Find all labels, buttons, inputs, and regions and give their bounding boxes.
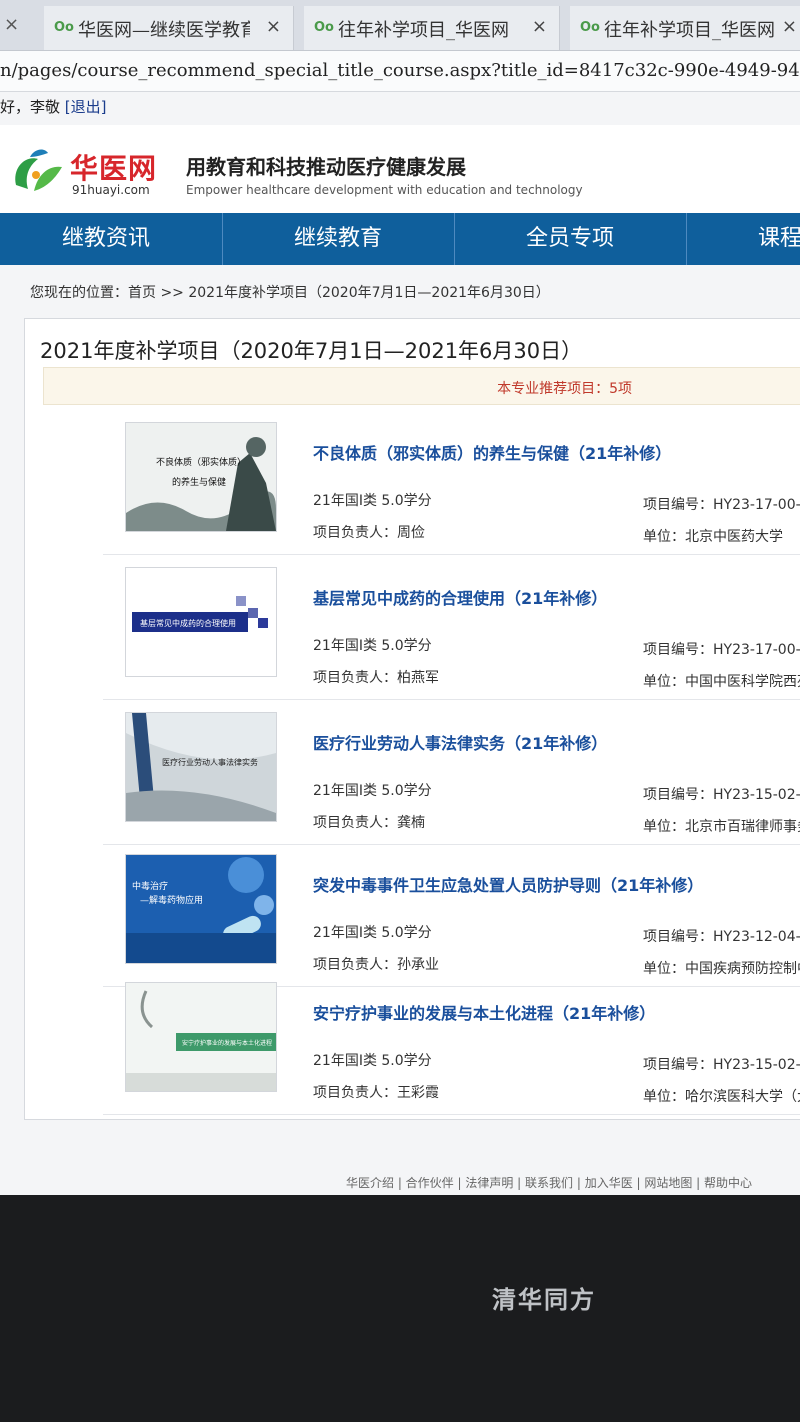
favicon-icon: Oo (54, 20, 74, 35)
logo-name[interactable]: 华医网 (70, 147, 157, 187)
monitor-brand-logo: 清华同方 (492, 1286, 596, 1314)
leaf-logo-icon[interactable] (8, 145, 64, 199)
course-item[interactable]: 基层常见中成药的合理使用 基层常见中成药的合理使用（21年补修） 21年国I类 … (103, 559, 800, 700)
course-leader: 项目负责人：王彩霞 (313, 1085, 439, 1101)
thumb-text: 的养生与保健 (172, 476, 226, 488)
browser-tab-active[interactable]: Oo 往年补学项目_华医网 × (570, 6, 800, 50)
thumb-text: 基层常见中成药的合理使用 (140, 618, 236, 628)
nav-item-news[interactable]: 继教资讯 (0, 213, 223, 265)
course-title-link[interactable]: 医疗行业劳动人事法律实务（21年补修） (313, 730, 607, 754)
logout-link[interactable]: [退出] (65, 98, 107, 116)
course-leader: 项目负责人：柏燕军 (313, 670, 439, 686)
course-item[interactable]: 不良体质（邪实体质） 的养生与保健 不良体质（邪实体质）的养生与保健（21年补修… (103, 414, 800, 555)
site-header: 华医网 91huayi.com 用教育和科技推动医疗健康发展 Empower h… (0, 125, 800, 213)
course-unit: 单位：哈尔滨医科大学（大庆校 (643, 1089, 800, 1105)
course-unit: 单位：北京市百瑞律师事务所 (643, 819, 800, 835)
course-list-panel: 2021年度补学项目（2020年7月1日—2021年6月30日） 本专业推荐项目… (24, 318, 800, 1120)
browser-tab-bar: × Oo 华医网—继续医学教育 × Oo 往年补学项目_华医网 × Oo 往年补… (0, 0, 800, 51)
thumb-text: 不良体质（邪实体质） (156, 456, 246, 468)
tab-close-icon[interactable]: × (532, 16, 547, 37)
course-item[interactable]: 中毒治疗 —解毒药物应用 突发中毒事件卫生应急处置人员防护导则（21年补修） 2… (103, 846, 800, 987)
breadcrumb: 您现在的位置：首页 >> 2021年度补学项目（2020年7月1日—2021年6… (30, 285, 550, 301)
thumb-text: 医疗行业劳动人事法律实务 (162, 757, 258, 767)
user-greeting: 好，李敬 [退出] (0, 98, 107, 116)
recommend-bar: 本专业推荐项目：5项 (43, 367, 800, 405)
course-leader: 项目负责人：周俭 (313, 525, 425, 541)
tab-title: 往年补学项目_华医网 (338, 20, 509, 41)
course-title-link[interactable]: 基层常见中成药的合理使用（21年补修） (313, 585, 607, 609)
browser-tab[interactable]: Oo 华医网—继续医学教育 × (44, 6, 294, 50)
course-thumbnail[interactable]: 安宁疗护事业的发展与本土化进程 (125, 982, 277, 1092)
course-thumbnail[interactable]: 中毒治疗 —解毒药物应用 (125, 854, 277, 964)
logo-domain: 91huayi.com (72, 183, 150, 197)
nav-item-continuing-education[interactable]: 继续教育 (222, 213, 455, 265)
main-nav: 继教资讯 继续教育 全员专项 课程 (0, 213, 800, 265)
footer-links[interactable]: 华医介绍 | 合作伙伴 | 法律声明 | 联系我们 | 加入华医 | 网站地图 … (346, 1174, 752, 1191)
thumb-text: —解毒药物应用 (140, 894, 203, 906)
course-credit: 21年国I类 5.0学分 (313, 783, 432, 799)
thumb-text: 安宁疗护事业的发展与本土化进程 (182, 1039, 272, 1047)
course-thumbnail[interactable]: 基层常见中成药的合理使用 (125, 567, 277, 677)
course-code: 项目编号：HY23-17-00- (643, 497, 800, 513)
course-leader: 项目负责人：孙承业 (313, 957, 439, 973)
recommend-count: 本专业推荐项目：5项 (497, 381, 632, 397)
url-text[interactable]: n/pages/course_recommend_special_title_c… (0, 60, 800, 81)
course-leader: 项目负责人：龚楠 (313, 815, 425, 831)
monitor-screen: × Oo 华医网—继续医学教育 × Oo 往年补学项目_华医网 × Oo 往年补… (0, 0, 800, 1195)
nav-item-all-staff[interactable]: 全员专项 (454, 213, 687, 265)
thumb-text: 中毒治疗 (132, 880, 168, 892)
course-title-link[interactable]: 突发中毒事件卫生应急处置人员防护导则（21年补修） (313, 872, 703, 896)
tab-close-icon[interactable]: × (4, 14, 19, 35)
course-code: 项目编号：HY23-15-02-5022 (643, 1057, 800, 1073)
course-unit: 单位：中国中医科学院西苑 (643, 674, 800, 690)
course-title-link[interactable]: 安宁疗护事业的发展与本土化进程（21年补修） (313, 1000, 655, 1024)
course-code: 项目编号：HY23-17-00-5 (643, 642, 800, 658)
course-code: 项目编号：HY23-12-04-2284 (643, 929, 800, 945)
course-credit: 21年国I类 5.0学分 (313, 1053, 432, 1069)
tab-close-icon[interactable]: × (782, 16, 797, 37)
tab-title: 华医网—继续医学教育 (78, 20, 250, 41)
course-credit: 21年国I类 5.0学分 (313, 638, 432, 654)
page-title: 2021年度补学项目（2020年7月1日—2021年6月30日） (40, 339, 583, 363)
favicon-icon: Oo (580, 20, 600, 35)
course-credit: 21年国I类 5.0学分 (313, 493, 432, 509)
favicon-icon: Oo (314, 20, 334, 35)
course-thumbnail[interactable]: 医疗行业劳动人事法律实务 (125, 712, 277, 822)
course-credit: 21年国I类 5.0学分 (313, 925, 432, 941)
course-thumbnail[interactable]: 不良体质（邪实体质） 的养生与保健 (125, 422, 277, 532)
nav-item-courses[interactable]: 课程 (686, 213, 800, 265)
slogan-english: Empower healthcare development with educ… (186, 183, 583, 197)
slogan-chinese: 用教育和科技推动医疗健康发展 (186, 155, 466, 179)
course-code: 项目编号：HY23-15-02-469 (643, 787, 800, 803)
browser-tab[interactable]: Oo 往年补学项目_华医网 × (304, 6, 560, 50)
address-bar[interactable]: n/pages/course_recommend_special_title_c… (0, 51, 800, 92)
course-title-link[interactable]: 不良体质（邪实体质）的养生与保健（21年补修） (313, 440, 671, 464)
tab-close-icon[interactable]: × (266, 16, 281, 37)
tab-title: 往年补学项目_华医网 (604, 20, 775, 41)
course-item[interactable]: 安宁疗护事业的发展与本土化进程 安宁疗护事业的发展与本土化进程（21年补修） 2… (103, 974, 800, 1115)
course-unit: 单位：北京中医药大学 (643, 529, 783, 545)
course-item[interactable]: 医疗行业劳动人事法律实务 医疗行业劳动人事法律实务（21年补修） 21年国I类 … (103, 704, 800, 845)
